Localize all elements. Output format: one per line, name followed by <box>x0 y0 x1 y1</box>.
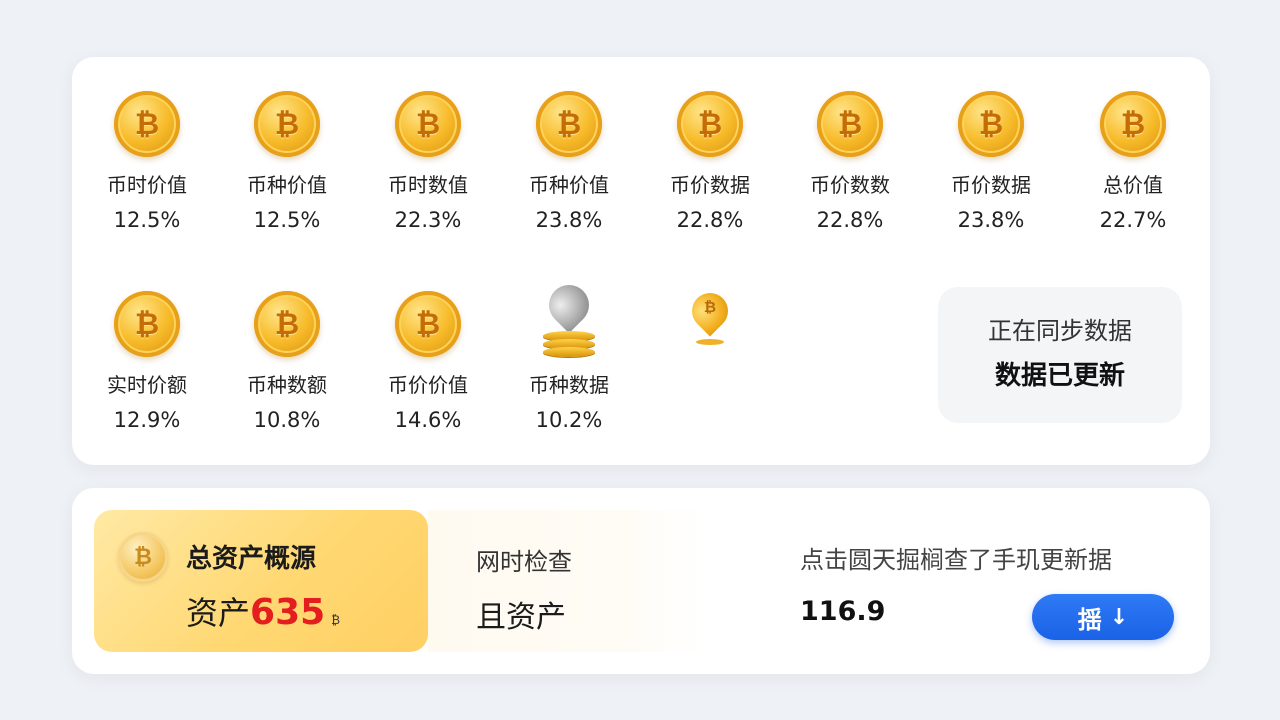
bitcoin-coin-icon: ₿ <box>817 91 883 157</box>
coin-item[interactable]: ₿ 币时价值 12.5% <box>77 91 217 233</box>
location-pin-coin-stack-icon <box>536 276 602 357</box>
bitcoin-coin-icon: ₿ <box>958 91 1024 157</box>
coin-item[interactable]: ₿ 总价值 22.7% <box>1063 91 1203 233</box>
coin-item[interactable]: ₿ 币价价值 14.6% <box>358 291 498 433</box>
coin-label: 币价数据 <box>670 173 750 197</box>
coin-item[interactable]: ₿ 实时价额 12.9% <box>77 291 217 433</box>
asset-prefix: 资产 <box>186 594 251 632</box>
sync-status-panel: 正在同步数据 数据已更新 <box>938 287 1182 423</box>
coin-item[interactable]: ₿ 币种数额 10.8% <box>217 291 357 433</box>
bitcoin-coin-icon: ₿ <box>1100 91 1166 157</box>
coin-value: 12.5% <box>113 208 181 232</box>
coin-value: 14.6% <box>394 408 462 432</box>
bitcoin-coin-icon: ₿ <box>536 91 602 157</box>
coin-label: 币时数值 <box>388 173 468 197</box>
realtime-check-panel[interactable]: 网时检查 且资产 <box>428 510 708 652</box>
coin-item[interactable]: ₿ 币价数据 22.8% <box>640 91 780 233</box>
coin-label: 总价值 <box>1103 173 1163 197</box>
coin-label: 币种数据 <box>529 373 609 397</box>
coin-item[interactable]: ₿ 币时数值 22.3% <box>358 91 498 233</box>
coin-item[interactable]: 币种数据 10.2% <box>499 276 639 433</box>
coin-item[interactable]: ₿ 币价数据 23.8% <box>921 91 1061 233</box>
coin-label: 币种价值 <box>529 173 609 197</box>
coin-label: 币时价值 <box>107 173 187 197</box>
coin-value: 22.8% <box>816 208 884 232</box>
bitcoin-pin-icon[interactable]: ₿ <box>684 285 736 355</box>
total-assets-title: 总资产概源 <box>186 544 317 574</box>
coin-item[interactable]: ₿ 币种价值 23.8% <box>499 91 639 233</box>
coin-item[interactable]: ₿ 币价数数 22.8% <box>780 91 920 233</box>
check-value: 且资产 <box>476 600 566 635</box>
coin-label: 币价数据 <box>951 173 1031 197</box>
bitcoin-coin-icon: ₿ <box>395 291 461 357</box>
asset-unit: ₿ <box>331 613 341 627</box>
coin-label: 币价价值 <box>388 373 468 397</box>
bitcoin-coin-icon: ₿ <box>254 291 320 357</box>
bitcoin-coin-icon: ₿ <box>118 532 168 582</box>
coin-value: 10.2% <box>535 408 603 432</box>
coin-label: 币种价值 <box>247 173 327 197</box>
coin-value: 12.9% <box>113 408 181 432</box>
update-value: 116.9 <box>800 596 886 627</box>
sync-status-text: 正在同步数据 <box>988 317 1132 345</box>
coin-value: 22.3% <box>394 208 462 232</box>
update-button[interactable]: 揺 ↓ <box>1032 594 1174 640</box>
bitcoin-coin-icon: ₿ <box>677 91 743 157</box>
asset-summary-card: ₿ 总资产概源 资产635 ₿ 网时检查 且资产 点击圆天掘榈查了手玑更新据 11… <box>72 488 1210 674</box>
coin-value: 12.5% <box>253 208 321 232</box>
coin-value: 22.7% <box>1099 208 1167 232</box>
coin-label: 实时价额 <box>107 373 187 397</box>
total-assets-panel[interactable]: ₿ 总资产概源 资产635 ₿ <box>94 510 428 652</box>
check-label: 网时检查 <box>476 548 572 576</box>
asset-number: 635 <box>250 592 326 633</box>
coin-value: 10.8% <box>253 408 321 432</box>
coin-label: 币价数数 <box>810 173 890 197</box>
coin-grid-card: ₿ 币时价值 12.5% ₿ 币种价值 12.5% ₿ 币时数值 22.3% ₿… <box>72 57 1210 465</box>
coin-label: 币种数额 <box>247 373 327 397</box>
bitcoin-coin-icon: ₿ <box>114 291 180 357</box>
bitcoin-coin-icon: ₿ <box>395 91 461 157</box>
bitcoin-coin-icon: ₿ <box>254 91 320 157</box>
asset-amount: 资产635 ₿ <box>186 588 340 634</box>
arrow-down-icon: ↓ <box>1109 604 1129 630</box>
coin-value: 23.8% <box>957 208 1025 232</box>
update-hint-text: 点击圆天掘榈查了手玑更新据 <box>800 546 1112 574</box>
update-button-label: 揺 <box>1077 605 1102 634</box>
sync-complete-text: 数据已更新 <box>994 361 1125 391</box>
coin-value: 23.8% <box>535 208 603 232</box>
bitcoin-coin-icon: ₿ <box>114 91 180 157</box>
coin-value: 22.8% <box>676 208 744 232</box>
coin-item[interactable]: ₿ 币种价值 12.5% <box>217 91 357 233</box>
